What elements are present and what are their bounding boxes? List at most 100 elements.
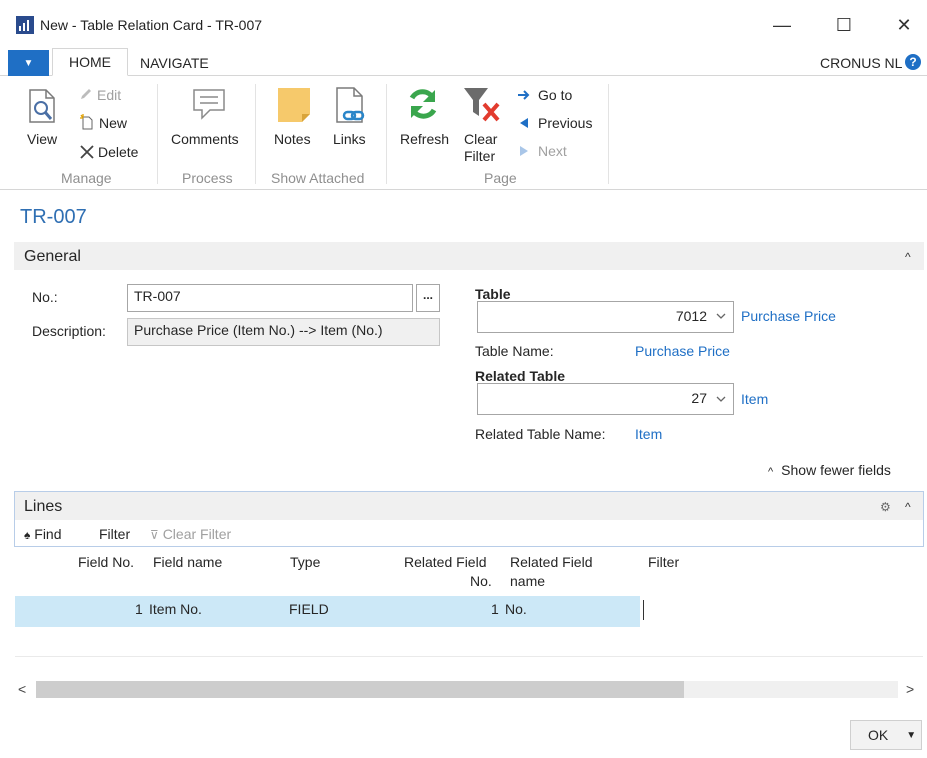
previous-button[interactable] xyxy=(518,117,530,129)
previous-label: Previous xyxy=(538,115,593,131)
group-separator xyxy=(255,84,256,184)
refresh-icon xyxy=(409,89,437,119)
close-button[interactable]: ✕ xyxy=(882,10,926,40)
delete-label: Delete xyxy=(98,144,139,160)
related-table-input[interactable]: 27 xyxy=(477,383,734,415)
notes-label: Notes xyxy=(274,131,311,147)
group-label-show-attached: Show Attached xyxy=(271,170,365,186)
delete-button[interactable] xyxy=(79,144,95,160)
column-related-field-no-1[interactable]: Related Field xyxy=(404,553,487,572)
clear-filter-icon xyxy=(464,88,500,122)
app-logo-icon xyxy=(16,16,34,34)
description-field: Purchase Price (Item No.) --> Item (No.) xyxy=(127,318,440,346)
delete-icon xyxy=(80,145,94,159)
next-button[interactable] xyxy=(518,145,530,157)
new-document-icon xyxy=(80,114,93,130)
view-label: View xyxy=(27,131,58,147)
pencil-icon xyxy=(81,89,91,99)
column-related-field-no-2[interactable]: No. xyxy=(470,572,492,591)
comments-icon xyxy=(193,89,225,120)
column-field-no[interactable]: Field No. xyxy=(78,553,134,572)
tab-navigate[interactable]: NAVIGATE xyxy=(140,55,209,71)
table-link[interactable]: Purchase Price xyxy=(741,308,836,324)
show-fewer-fields-button[interactable]: ^ Show fewer fields xyxy=(768,462,891,478)
go-to-button[interactable] xyxy=(517,89,531,101)
filter-button[interactable]: Filter xyxy=(99,526,130,542)
comments-label: Comments xyxy=(171,131,239,147)
cell-field-no[interactable]: 1 xyxy=(135,601,143,617)
general-fasttab-header[interactable] xyxy=(14,242,924,270)
no-label: No.: xyxy=(32,289,58,305)
chevron-up-icon[interactable]: ^ xyxy=(905,500,911,514)
page-title: TR-007 xyxy=(20,206,87,228)
links-button[interactable] xyxy=(334,86,368,126)
edit-label: Edit xyxy=(97,87,122,103)
refresh-button[interactable] xyxy=(405,86,441,122)
new-button[interactable] xyxy=(79,114,95,130)
minimize-button[interactable]: — xyxy=(760,10,804,40)
group-separator xyxy=(608,84,609,184)
chevron-down-icon[interactable] xyxy=(716,395,726,403)
gear-icon[interactable]: ⚙ xyxy=(880,500,891,514)
description-label: Description: xyxy=(32,323,106,339)
text-cursor xyxy=(643,600,644,620)
table-label: Table xyxy=(475,286,511,302)
tab-home[interactable]: HOME xyxy=(52,48,128,76)
table-input[interactable]: 7012 xyxy=(477,301,734,333)
ok-label: OK xyxy=(868,727,889,743)
find-label: Find xyxy=(34,526,62,542)
column-related-field-name-1[interactable]: Related Field xyxy=(510,553,593,572)
ok-button[interactable]: OK ▼ xyxy=(850,720,922,750)
chevron-down-icon[interactable]: ▼ xyxy=(906,730,916,741)
no-input[interactable]: TR-007 xyxy=(127,284,413,312)
go-to-label: Go to xyxy=(538,87,573,103)
related-table-name-value[interactable]: Item xyxy=(635,426,662,442)
cell-related-field-name[interactable]: No. xyxy=(505,601,527,617)
column-filter[interactable]: Filter xyxy=(648,553,679,572)
group-label-page: Page xyxy=(484,170,517,186)
arrow-right-icon xyxy=(518,90,530,100)
chevron-up-icon: ^ xyxy=(768,466,774,478)
clear-filter-icon: ⊽ xyxy=(150,528,159,542)
edit-button[interactable] xyxy=(79,87,93,101)
chevron-up-icon[interactable]: ^ xyxy=(905,250,911,264)
group-separator xyxy=(157,84,158,184)
lines-header[interactable] xyxy=(15,492,923,520)
notes-button[interactable] xyxy=(276,86,312,124)
view-button[interactable] xyxy=(26,88,60,126)
show-fewer-label: Show fewer fields xyxy=(781,462,891,478)
triangle-right-icon xyxy=(520,146,528,156)
links-label: Links xyxy=(333,131,366,147)
triangle-left-icon xyxy=(520,118,528,128)
help-icon[interactable]: ? xyxy=(905,54,921,70)
clear-filter-label-2: Filter xyxy=(464,148,496,164)
horizontal-scrollbar-thumb[interactable] xyxy=(36,681,684,698)
comments-button[interactable] xyxy=(190,86,228,122)
clear-filter-label-1: Clear xyxy=(464,131,498,147)
group-label-manage: Manage xyxy=(61,170,112,186)
clear-filter-lines-button[interactable]: ⊽ Clear Filter xyxy=(150,526,231,542)
binoculars-icon: ♠ xyxy=(24,528,31,542)
maximize-button[interactable]: ☐ xyxy=(822,10,866,40)
window-title: New - Table Relation Card - TR-007 xyxy=(40,17,263,33)
column-related-field-name-2[interactable]: name xyxy=(510,572,545,591)
related-table-link[interactable]: Item xyxy=(741,391,768,407)
cell-field-name[interactable]: Item No. xyxy=(149,601,202,617)
general-fasttab-title: General xyxy=(24,248,81,265)
application-menu-button[interactable]: ▼ xyxy=(8,50,49,76)
company-name[interactable]: CRONUS NL xyxy=(820,55,902,71)
cell-related-field-no[interactable]: 1 xyxy=(491,601,499,617)
next-label: Next xyxy=(538,143,567,159)
column-type[interactable]: Type xyxy=(290,553,320,572)
notes-icon xyxy=(278,88,310,122)
find-button[interactable]: ♠ Find xyxy=(24,526,62,542)
scroll-left-button[interactable]: < xyxy=(18,681,26,697)
chevron-down-icon[interactable] xyxy=(716,312,726,320)
scroll-right-button[interactable]: > xyxy=(906,681,914,697)
column-field-name[interactable]: Field name xyxy=(153,553,222,572)
clear-filter-button[interactable] xyxy=(462,86,502,124)
links-icon xyxy=(336,87,365,123)
assist-edit-button[interactable]: ... xyxy=(416,284,440,312)
cell-type[interactable]: FIELD xyxy=(289,601,329,617)
table-name-value[interactable]: Purchase Price xyxy=(635,343,730,359)
